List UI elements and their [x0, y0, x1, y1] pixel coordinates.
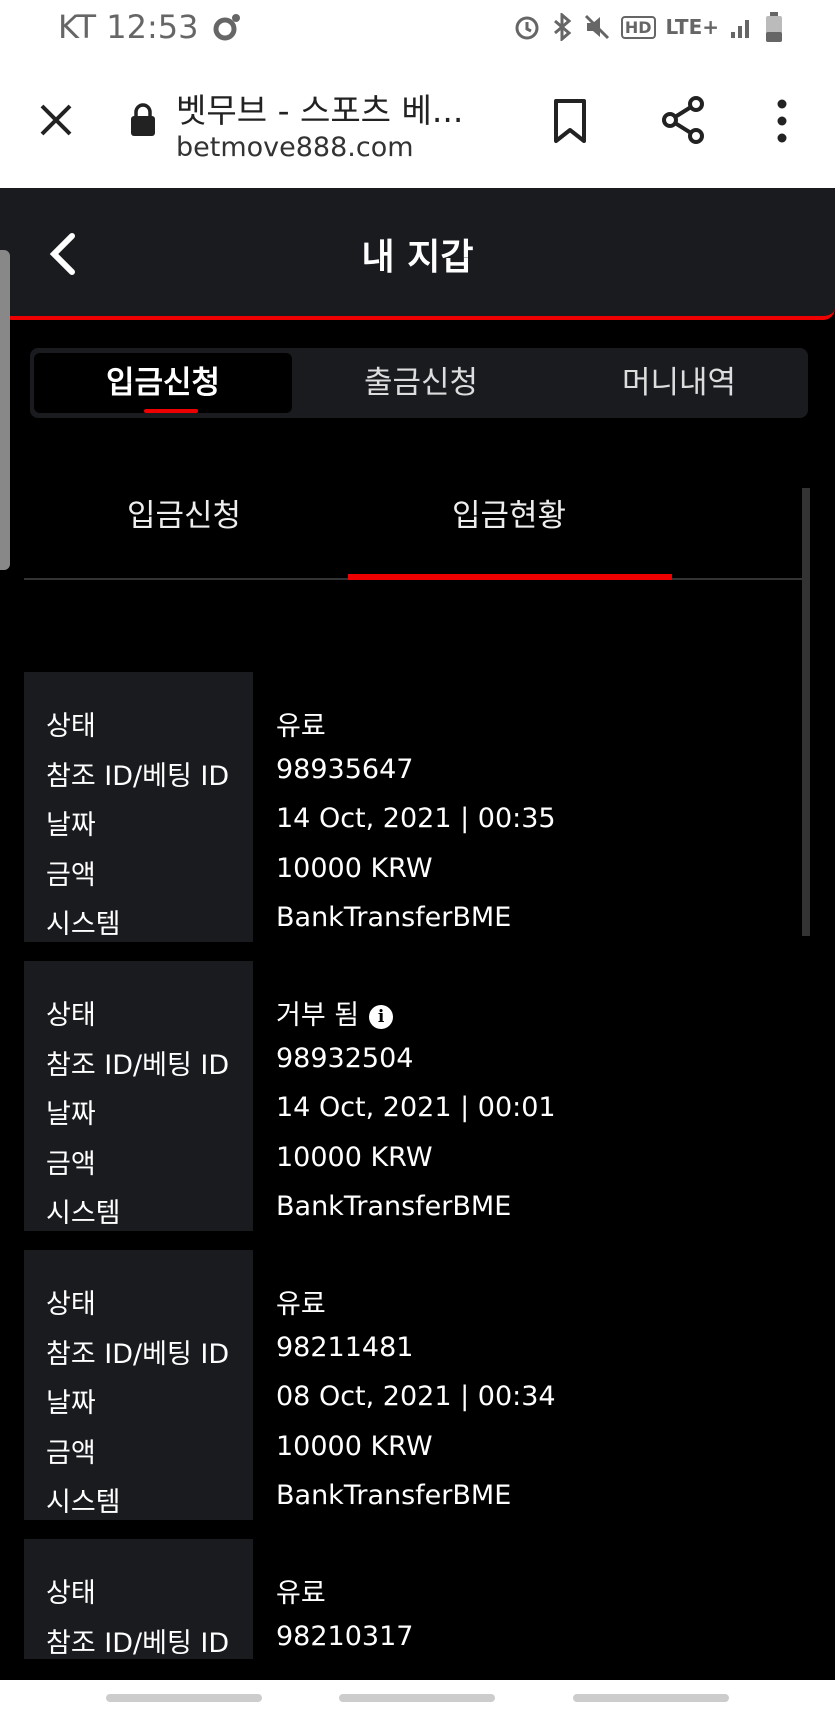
- bookmark-icon[interactable]: [552, 98, 588, 144]
- lock-icon: [131, 103, 155, 136]
- value-amount: 10000 KRW: [276, 1431, 433, 1462]
- value-date: 14 Oct, 2021 | 00:35: [276, 803, 556, 834]
- label-status: 상태: [46, 1000, 96, 1031]
- site-url[interactable]: betmove888.com: [176, 132, 414, 163]
- label-ref-id: 참조 ID/베팅 ID: [46, 761, 230, 792]
- subtab-deposit-status[interactable]: 입금현황: [452, 490, 566, 535]
- value-status: 유료: [276, 711, 326, 742]
- notification-icon: [213, 14, 241, 41]
- label-date: 날짜: [46, 1099, 96, 1130]
- value-status: 거부 됨 i: [276, 993, 394, 1032]
- value-system: BankTransferBME: [276, 1480, 512, 1511]
- subtab-deposit-request[interactable]: 입금신청: [127, 490, 241, 535]
- close-icon[interactable]: [36, 100, 76, 140]
- nav-recent-apps[interactable]: [106, 1694, 262, 1702]
- label-ref-id: 참조 ID/베팅 ID: [46, 1050, 230, 1081]
- value-amount: 10000 KRW: [276, 853, 433, 884]
- label-amount: 금액: [46, 860, 96, 891]
- deposit-record: 상태 참조 ID/베팅 ID 유료 98210317: [24, 1539, 810, 1680]
- more-options-icon[interactable]: [772, 98, 792, 144]
- nav-home[interactable]: [339, 1694, 495, 1702]
- site-title[interactable]: 벳무브 - 스포츠 베...: [176, 84, 463, 132]
- browser-toolbar: 벳무브 - 스포츠 베... betmove888.com: [0, 62, 835, 188]
- value-system: BankTransferBME: [276, 902, 512, 933]
- value-ref-id: 98211481: [276, 1332, 414, 1363]
- battery-icon: [766, 12, 782, 42]
- record-label-column: 상태 참조 ID/베팅 ID 날짜 금액 시스템: [24, 961, 253, 1231]
- value-amount: 10000 KRW: [276, 1142, 433, 1173]
- status-bar: KT 12:53 HD LTE+: [0, 0, 835, 62]
- label-system: 시스템: [46, 909, 121, 940]
- label-status: 상태: [46, 1578, 96, 1609]
- label-amount: 금액: [46, 1438, 96, 1469]
- carrier-time: KT 12:53: [58, 8, 199, 46]
- label-system: 시스템: [46, 1198, 121, 1229]
- tab-deposit-request[interactable]: 입금신청: [34, 353, 292, 413]
- nav-back[interactable]: [573, 1694, 729, 1702]
- side-scroll-handle[interactable]: [0, 250, 10, 570]
- share-icon[interactable]: [660, 96, 706, 144]
- label-ref-id: 참조 ID/베팅 ID: [46, 1628, 230, 1659]
- info-icon[interactable]: i: [369, 1005, 394, 1029]
- deposit-record: 상태 참조 ID/베팅 ID 날짜 금액 시스템 유료 98211481 08 …: [24, 1250, 810, 1520]
- record-label-column: 상태 참조 ID/베팅 ID: [24, 1539, 253, 1659]
- label-date: 날짜: [46, 1388, 96, 1419]
- value-system: BankTransferBME: [276, 1191, 512, 1222]
- sub-tabs: 입금신청 입금현황: [24, 482, 810, 580]
- value-status: 유료: [276, 1578, 326, 1609]
- page-title: 내 지갑: [361, 237, 474, 278]
- main-tabs: 입금신청 출금신청 머니내역: [30, 348, 808, 418]
- network-icon: LTE+: [665, 15, 720, 39]
- system-nav-bar: [0, 1680, 835, 1716]
- value-ref-id: 98210317: [276, 1621, 414, 1652]
- value-date: 14 Oct, 2021 | 00:01: [276, 1092, 556, 1123]
- record-label-column: 상태 참조 ID/베팅 ID 날짜 금액 시스템: [24, 672, 253, 942]
- deposit-record: 상태 참조 ID/베팅 ID 날짜 금액 시스템 유료 98935647 14 …: [24, 672, 810, 942]
- label-system: 시스템: [46, 1487, 121, 1518]
- deposit-record: 상태 참조 ID/베팅 ID 날짜 금액 시스템 거부 됨i 98932504 …: [24, 961, 810, 1231]
- mute-icon: [584, 14, 609, 40]
- status-text: 거부 됨: [276, 1000, 360, 1031]
- tab-money-history[interactable]: 머니내역: [550, 353, 808, 413]
- active-subtab-indicator: [348, 574, 672, 580]
- app-header: 내 지갑: [0, 188, 835, 320]
- tab-withdraw-request[interactable]: 출금신청: [292, 353, 550, 413]
- label-status: 상태: [46, 711, 96, 742]
- label-ref-id: 참조 ID/베팅 ID: [46, 1339, 230, 1370]
- record-label-column: 상태 참조 ID/베팅 ID 날짜 금액 시스템: [24, 1250, 253, 1520]
- hd-icon: HD: [620, 15, 656, 39]
- value-date: 08 Oct, 2021 | 00:34: [276, 1381, 556, 1412]
- value-ref-id: 98932504: [276, 1043, 414, 1074]
- value-status: 유료: [276, 1289, 326, 1320]
- bluetooth-icon: [553, 13, 572, 41]
- label-status: 상태: [46, 1289, 96, 1320]
- label-amount: 금액: [46, 1149, 96, 1180]
- label-date: 날짜: [46, 810, 96, 841]
- value-ref-id: 98935647: [276, 754, 414, 785]
- alarm-icon: [515, 16, 539, 40]
- signal-icon: [731, 20, 749, 38]
